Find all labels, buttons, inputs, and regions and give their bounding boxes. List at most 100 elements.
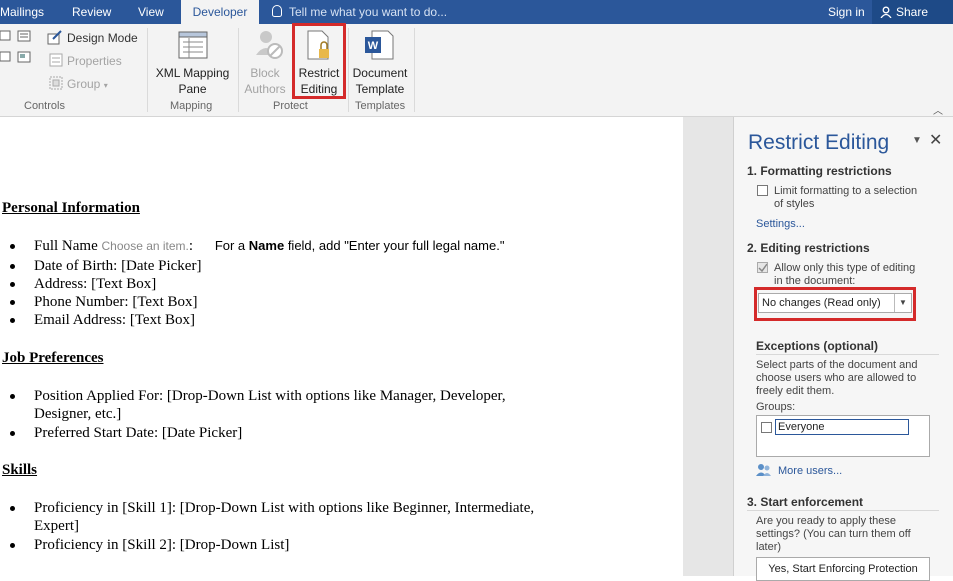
bullet [10, 244, 15, 249]
xml-mapping-pane-button[interactable]: XML Mapping Pane [150, 65, 235, 97]
chevron-down-icon: ▾ [103, 81, 108, 90]
properties-icon [49, 53, 63, 67]
design-mode-button[interactable]: Design Mode [67, 31, 138, 45]
ribbon-separator [414, 28, 415, 112]
share-button[interactable]: Share [872, 0, 953, 24]
tab-mailings[interactable]: Mailings [0, 0, 44, 24]
list-item: Proficiency in [Skill 2]: [Drop-Down Lis… [34, 537, 290, 553]
bullet [10, 543, 15, 548]
list-item: Proficiency in [Skill 1]: [Drop-Down Lis… [34, 500, 535, 516]
exc-line-1: Select parts of the document and [756, 359, 918, 371]
group-label-mapping: Mapping [170, 100, 213, 112]
checkmark-icon [758, 263, 767, 272]
properties-button[interactable]: Properties [67, 54, 122, 68]
sign-in-link[interactable]: Sign in [828, 0, 865, 24]
document-gutter [683, 117, 733, 576]
restrict-editing-label-1: Restrict [298, 66, 340, 80]
tab-developer[interactable]: Developer [181, 0, 259, 24]
block-authors-label-1: Block [250, 66, 280, 80]
limit-formatting-label: Limit formatting to a selection of style… [774, 185, 917, 211]
exc-line-3: freely edit them. [756, 385, 835, 397]
document-template-button[interactable]: Document Template [350, 65, 410, 97]
block-authors-label-2: Authors [244, 82, 286, 96]
full-name-content-control[interactable]: Choose an item. [102, 239, 189, 253]
tab-view[interactable]: View [138, 0, 164, 24]
ready-line-2: settings? (You can turn them off [756, 528, 911, 540]
ribbon-tab-bar: Mailings Review View Developer Tell me w… [0, 0, 953, 24]
restrict-editing-button[interactable]: Restrict Editing [294, 65, 344, 97]
heading-personal-information: Personal Information [2, 200, 140, 216]
bullet [10, 506, 15, 511]
enforcement-description: Are you ready to apply these settings? (… [756, 515, 911, 554]
settings-link[interactable]: Settings... [756, 218, 805, 230]
section-start-enforcement: 3. Start enforcement [747, 495, 864, 509]
editing-type-value: No changes (Read only) [762, 297, 881, 309]
block-authors-icon [256, 31, 283, 59]
person-icon [880, 6, 892, 18]
groups-label: Groups: [756, 401, 796, 413]
full-name-label: Full Name [34, 238, 98, 254]
editing-type-dropdown[interactable]: No changes (Read only) ▼ [758, 293, 912, 313]
exc-line-2: choose users who are allowed to [756, 372, 917, 384]
section-formatting-restrictions: 1. Formatting restrictions [747, 164, 892, 178]
list-item: Email Address: [Text Box] [34, 312, 196, 328]
users-icon [756, 464, 771, 476]
restrict-editing-label-2: Editing [300, 82, 338, 96]
ribbon: Design Mode Properties Group ▾ Controls … [0, 23, 953, 117]
lightbulb-icon [272, 5, 282, 17]
group-label-protect: Protect [273, 100, 308, 112]
group-label-controls: Controls [24, 100, 65, 112]
xml-mapping-label-2: Pane [178, 82, 207, 96]
groups-list[interactable]: Everyone [756, 415, 930, 457]
xml-mapping-icon [178, 31, 208, 59]
ribbon-separator [238, 28, 239, 112]
bullet [10, 431, 15, 436]
chevron-down-icon[interactable]: ▼ [894, 294, 911, 312]
pane-title: Restrict Editing [748, 131, 890, 154]
exceptions-description: Select parts of the document and choose … [756, 359, 917, 398]
divider [756, 354, 939, 355]
list-item-continuation: Expert] [34, 518, 79, 534]
tell-me-search[interactable]: Tell me what you want to do... [272, 0, 447, 24]
group-button[interactable]: Group ▾ [67, 77, 108, 91]
tab-review[interactable]: Review [72, 0, 111, 24]
document-template-label-1: Document [352, 66, 408, 80]
pane-options-chevron-icon[interactable]: ▼ [912, 135, 922, 146]
more-users-link[interactable]: More users... [778, 465, 842, 477]
restrict-editing-icon [307, 30, 329, 60]
document-template-icon: W [365, 30, 394, 60]
svg-text:W: W [368, 40, 379, 52]
close-icon[interactable]: ✕ [929, 130, 942, 150]
everyone-item[interactable]: Everyone [775, 419, 909, 435]
start-enforcing-button[interactable]: Yes, Start Enforcing Protection [756, 557, 930, 581]
limit-formatting-checkbox[interactable] [757, 185, 768, 196]
limit-line-2: of styles [774, 198, 815, 210]
design-mode-icon [47, 30, 62, 45]
bullet [10, 394, 15, 399]
share-label: Share [896, 5, 929, 19]
bullet [10, 264, 15, 269]
document-page[interactable]: Personal Information Full Name Choose an… [0, 117, 683, 576]
list-item-full-name: Full Name Choose an item.: For a Name fi… [34, 237, 504, 255]
limit-line-1: Limit formatting to a selection [774, 185, 918, 197]
tell-me-text: Tell me what you want to do... [289, 5, 448, 19]
ready-line-3: later) [756, 541, 782, 553]
document-template-label-2: Template [355, 82, 405, 96]
everyone-checkbox[interactable] [761, 422, 772, 433]
allow-editing-label: Allow only this type of editing in the d… [774, 262, 915, 288]
content-control-icons[interactable] [0, 30, 40, 64]
restrict-editing-pane: Restrict Editing ▼ ✕ 1. Formatting restr… [733, 117, 953, 581]
bullet [10, 318, 15, 323]
allow-editing-checkbox[interactable] [757, 262, 768, 273]
collapse-ribbon-icon[interactable]: ︿ [933, 102, 943, 117]
block-authors-button[interactable]: Block Authors [240, 65, 290, 97]
list-item: Preferred Start Date: [Date Picker] [34, 425, 243, 441]
list-item-continuation: Designer, etc.] [34, 406, 122, 422]
bullet [10, 282, 15, 287]
ready-line-1: Are you ready to apply these [756, 515, 897, 527]
note-bold: Name [248, 238, 285, 253]
group-icon [49, 76, 63, 90]
xml-mapping-label-1: XML Mapping [155, 66, 230, 80]
ribbon-separator [147, 28, 148, 112]
list-item: Position Applied For: [Drop-Down List wi… [34, 388, 506, 404]
